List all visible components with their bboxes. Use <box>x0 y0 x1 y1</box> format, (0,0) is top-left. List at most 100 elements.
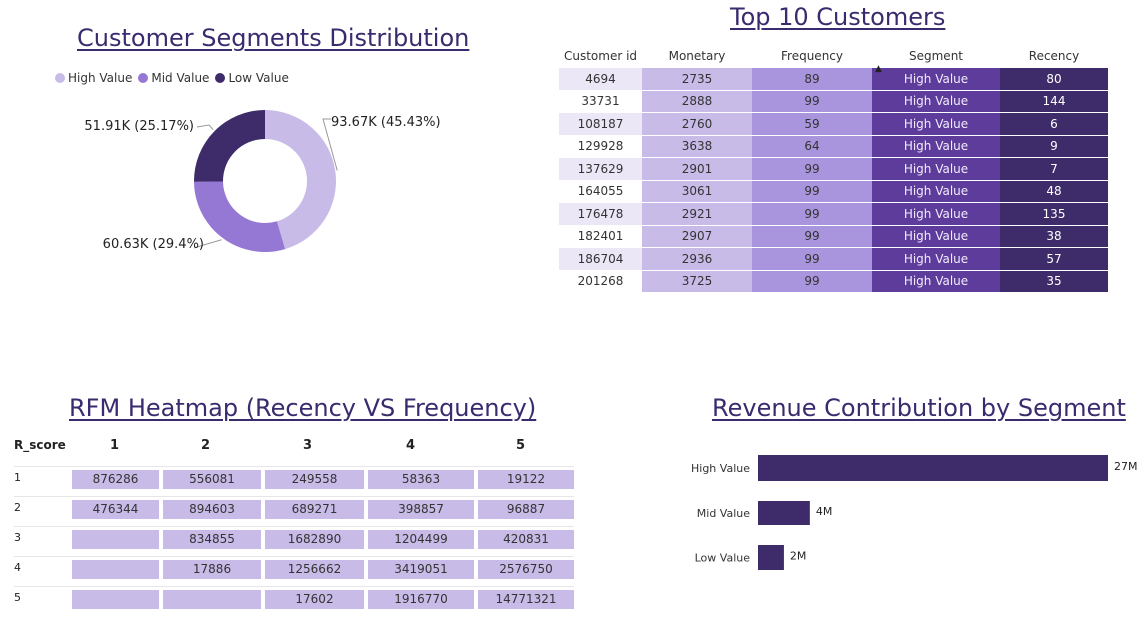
heatmap-cell[interactable]: 834855 <box>163 530 261 549</box>
cell-recency: 80 <box>1000 68 1108 91</box>
cell-segment: High Value <box>872 248 1000 271</box>
heatmap-cell[interactable]: 14771321 <box>478 590 574 609</box>
top-customers-title: Top 10 Customers <box>730 3 946 31</box>
cell-frequency: 99 <box>752 270 872 293</box>
cell-frequency: 99 <box>752 90 872 113</box>
cell-recency: 9 <box>1000 135 1108 158</box>
heatmap-row-header: 3 <box>14 531 21 544</box>
heatmap-cell[interactable]: 17602 <box>265 590 364 609</box>
revenue-category-label: Low Value <box>695 552 751 565</box>
cell-segment: High Value <box>872 225 1000 248</box>
heatmap-cell[interactable]: 876286 <box>72 470 159 489</box>
heatmap-row-header: 2 <box>14 501 21 514</box>
column-header-segment[interactable]: Segment ▲ <box>872 44 1000 74</box>
cell-monetary: 2760 <box>642 113 752 136</box>
sort-ascending-icon[interactable]: ▲ <box>875 64 882 74</box>
revenue-category-label: Mid Value <box>697 507 750 520</box>
cell-monetary: 2921 <box>642 203 752 226</box>
cell-customer-id: 164055 <box>559 180 642 203</box>
heatmap-row-divider <box>14 466 574 467</box>
cell-frequency: 89 <box>752 68 872 91</box>
table-row[interactable]: 201268 3725 99 High Value 35 <box>559 270 1108 293</box>
table-row[interactable]: 129928 3638 64 High Value 9 <box>559 135 1108 158</box>
heatmap-cell[interactable] <box>72 560 159 579</box>
donut-slice-mid-value[interactable] <box>194 181 286 252</box>
cell-customer-id: 137629 <box>559 158 642 181</box>
cell-monetary: 3061 <box>642 180 752 203</box>
revenue-value-label: 27M <box>1114 460 1138 473</box>
heatmap-cell[interactable]: 1682890 <box>265 530 364 549</box>
heatmap-cell[interactable]: 476344 <box>72 500 159 519</box>
heatmap-cell[interactable]: 398857 <box>368 500 474 519</box>
cell-recency: 57 <box>1000 248 1108 271</box>
heatmap-cell[interactable]: 1256662 <box>265 560 364 579</box>
table-row[interactable]: 33731 2888 99 High Value 144 <box>559 90 1108 113</box>
table-row[interactable]: 4694 2735 89 High Value 80 <box>559 68 1108 91</box>
table-row[interactable]: 176478 2921 99 High Value 135 <box>559 203 1108 226</box>
heatmap-cell[interactable]: 3419051 <box>368 560 474 579</box>
cell-monetary: 2901 <box>642 158 752 181</box>
revenue-bar-low-value[interactable] <box>758 545 784 570</box>
table-row[interactable]: 108187 2760 59 High Value 6 <box>559 113 1108 136</box>
revenue-bar-high-value[interactable] <box>758 455 1108 481</box>
cell-segment: High Value <box>872 158 1000 181</box>
heatmap-cell[interactable]: 17886 <box>163 560 261 579</box>
heatmap-row-header: 5 <box>14 591 21 604</box>
revenue-category-label: High Value <box>691 462 750 475</box>
cell-frequency: 59 <box>752 113 872 136</box>
heatmap-cell[interactable]: 689271 <box>265 500 364 519</box>
cell-segment: High Value <box>872 113 1000 136</box>
table-row[interactable]: 137629 2901 99 High Value 7 <box>559 158 1108 181</box>
cell-segment: High Value <box>872 90 1000 113</box>
donut-data-label: 60.63K (29.4%) <box>103 237 204 252</box>
revenue-bar-mid-value[interactable] <box>758 501 810 525</box>
segment-header-label: Segment <box>909 49 963 63</box>
donut-chart: 93.67K (45.43%) 60.63K (29.4%) 51.91K (25.… <box>84 110 441 252</box>
heatmap-col-header: 2 <box>201 438 211 453</box>
heatmap-row-divider <box>14 586 574 587</box>
cell-frequency: 99 <box>752 248 872 271</box>
heatmap-col-header: 4 <box>406 438 416 453</box>
heatmap-cell[interactable] <box>72 530 159 549</box>
revenue-value-label: 2M <box>790 550 807 563</box>
heatmap-cell[interactable]: 894603 <box>163 500 261 519</box>
cell-customer-id: 186704 <box>559 248 642 271</box>
heatmap-cell[interactable]: 2576750 <box>478 560 574 579</box>
heatmap-row-divider <box>14 526 574 527</box>
heatmap-cell[interactable]: 96887 <box>478 500 574 519</box>
column-header-frequency[interactable]: Frequency <box>752 44 872 68</box>
cell-monetary: 2907 <box>642 225 752 248</box>
heatmap-cell[interactable]: 1204499 <box>368 530 474 549</box>
cell-recency: 135 <box>1000 203 1108 226</box>
donut-slice-low-value[interactable] <box>194 110 265 182</box>
cell-segment: High Value <box>872 270 1000 293</box>
table-header-row: Customer id Monetary Frequency Segment ▲ … <box>559 44 1108 74</box>
cell-customer-id: 33731 <box>559 90 642 113</box>
heatmap-cell[interactable] <box>72 590 159 609</box>
heatmap-cell[interactable]: 556081 <box>163 470 261 489</box>
cell-monetary: 3638 <box>642 135 752 158</box>
cell-frequency: 99 <box>752 180 872 203</box>
top-customers-table: Customer id Monetary Frequency Segment ▲ … <box>559 44 1108 293</box>
cell-recency: 38 <box>1000 225 1108 248</box>
column-header-monetary[interactable]: Monetary <box>642 44 752 68</box>
cell-frequency: 64 <box>752 135 872 158</box>
cell-recency: 48 <box>1000 180 1108 203</box>
heatmap-cell[interactable]: 19122 <box>478 470 574 489</box>
revenue-chart-title: Revenue Contribution by Segment <box>712 394 1126 422</box>
heatmap-cell[interactable] <box>163 590 261 609</box>
table-row[interactable]: 186704 2936 99 High Value 57 <box>559 248 1108 271</box>
cell-frequency: 99 <box>752 225 872 248</box>
cell-customer-id: 176478 <box>559 203 642 226</box>
table-row[interactable]: 164055 3061 99 High Value 48 <box>559 180 1108 203</box>
heatmap-cell[interactable]: 249558 <box>265 470 364 489</box>
heatmap-cell[interactable]: 1916770 <box>368 590 474 609</box>
table-row[interactable]: 182401 2907 99 High Value 38 <box>559 225 1108 248</box>
column-header-customer-id[interactable]: Customer id <box>559 44 642 68</box>
heatmap-cell[interactable]: 420831 <box>478 530 574 549</box>
column-header-recency[interactable]: Recency <box>1000 44 1108 68</box>
heatmap-row-header: 1 <box>14 471 21 484</box>
cell-recency: 35 <box>1000 270 1108 293</box>
heatmap-cell[interactable]: 58363 <box>368 470 474 489</box>
cell-customer-id: 201268 <box>559 270 642 293</box>
